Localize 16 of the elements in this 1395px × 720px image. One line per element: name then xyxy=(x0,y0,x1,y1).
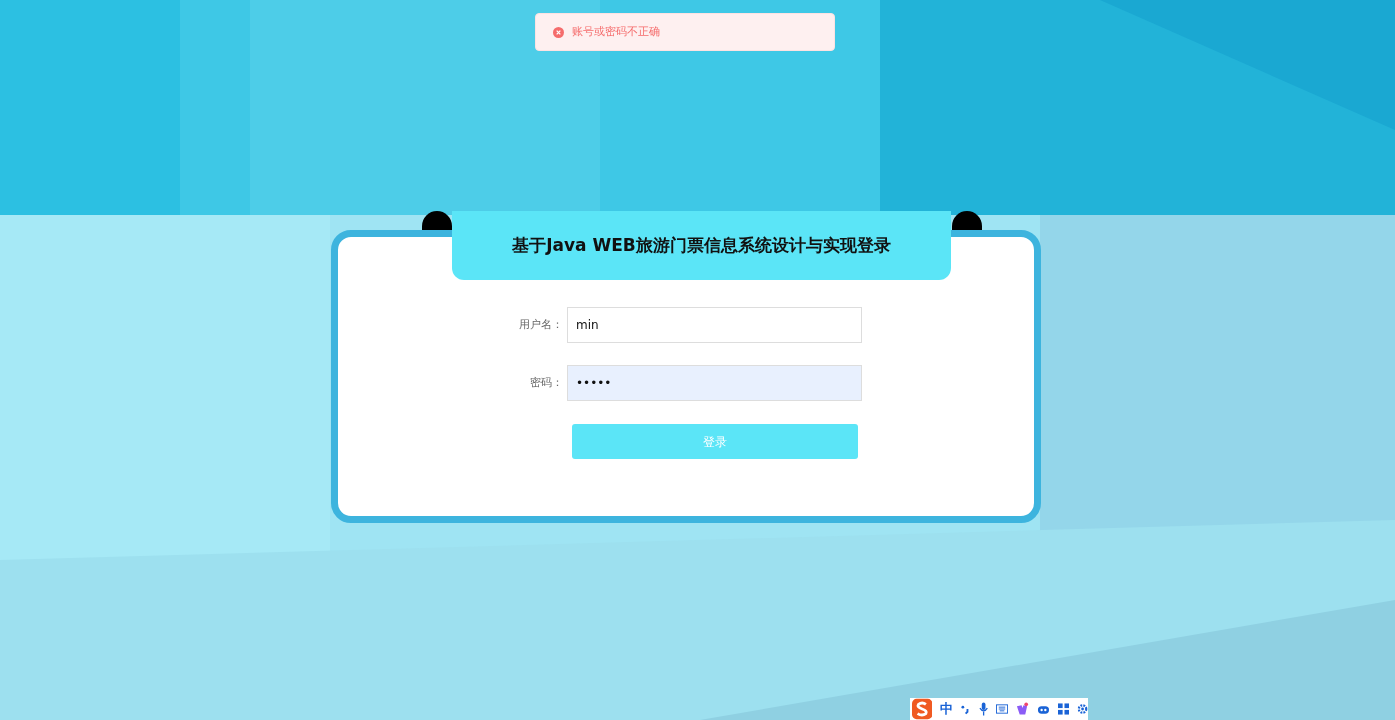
punctuation-icon[interactable] xyxy=(961,703,971,715)
robot-icon[interactable] xyxy=(1036,703,1050,715)
login-title: 基于Java WEB旅游门票信息系统设计与实现登录 xyxy=(452,211,951,280)
microphone-icon[interactable] xyxy=(978,702,988,716)
s-logo-icon[interactable] xyxy=(912,698,933,720)
keyboard-icon[interactable] xyxy=(995,704,1008,714)
field-label: 用户名： xyxy=(518,316,564,333)
password-field[interactable]: ••••• xyxy=(567,365,862,401)
field-label: 密码： xyxy=(529,374,564,391)
settings-icon[interactable] xyxy=(1076,703,1088,715)
skin-icon[interactable] xyxy=(1015,702,1029,716)
error-icon xyxy=(553,26,564,38)
username-field[interactable]: min xyxy=(567,307,862,343)
error-message: 账号或密码不正确 xyxy=(572,23,660,40)
grid-icon[interactable] xyxy=(1057,703,1069,715)
input-mode-toggle[interactable]: 中 xyxy=(940,699,954,719)
